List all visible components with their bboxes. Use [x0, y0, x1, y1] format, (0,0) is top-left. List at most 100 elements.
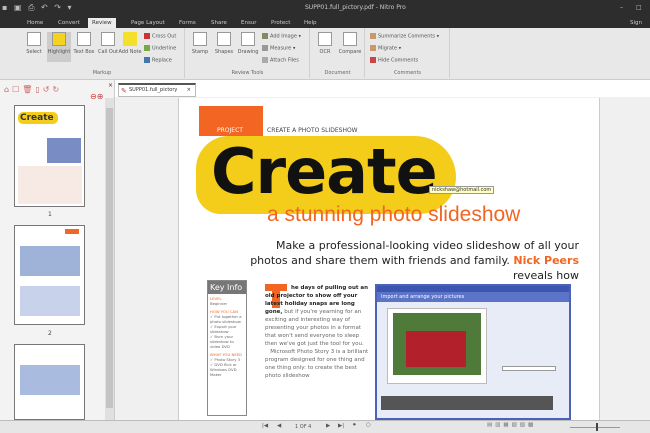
group-label: Markup [92, 70, 112, 76]
document-tab[interactable]: ✎ SUPP01.full_pictory × [118, 83, 196, 97]
hide-comments-button[interactable]: Hide Comments [370, 57, 418, 64]
stop-icon[interactable]: ○ [366, 422, 371, 428]
crossout-icon [144, 33, 150, 39]
maximize-icon[interactable]: □ [636, 4, 642, 11]
hide-comments-icon [370, 57, 376, 63]
replace-icon [144, 57, 150, 63]
underline-icon [144, 45, 150, 51]
review-tools-group: Stamp Shapes Drawing Add Image ▾ Measure… [186, 28, 310, 78]
ocr-button[interactable]: OCR [313, 32, 337, 55]
highlight-icon [52, 32, 66, 46]
ocr-icon [318, 32, 332, 46]
crossout-button[interactable]: Cross Out [144, 33, 176, 40]
first-page-button[interactable]: |◀ [262, 423, 268, 429]
quick-access-toolbar[interactable]: ▪ ▣ ⎙ ↶ ↷ ▾ [2, 3, 74, 13]
last-page-button[interactable]: ▶| [338, 423, 344, 429]
dialog-button [502, 366, 556, 371]
tab-page-layout[interactable]: Page Layout [131, 18, 165, 28]
shapes-button[interactable]: Shapes [212, 32, 236, 55]
window-title: SUPP01.full_pictory.pdf - Nitro Pro [305, 4, 406, 11]
tab-forms[interactable]: Forms [179, 18, 196, 28]
zoom-slider-handle[interactable] [596, 423, 598, 431]
textbox-button[interactable]: Text Box [72, 32, 96, 55]
pdf-icon: ✎ [121, 87, 127, 95]
group-label: Document [324, 70, 351, 76]
page-number: 1 [48, 211, 52, 218]
callout-button[interactable]: Call Out [96, 32, 120, 55]
tab-protect[interactable]: Protect [271, 18, 290, 28]
tab-ensur[interactable]: Ensur [241, 18, 257, 28]
callout-label: Call Out [98, 49, 118, 55]
page-tools[interactable]: ⌂☐🗑▯↺↻ [4, 85, 62, 94]
textbox-label: Text Box [73, 49, 95, 55]
migrate-button[interactable]: Migrate ▾ [370, 45, 401, 52]
pages-panel: ⌂☐🗑▯↺↻ ⊖⊕ × Create 1 2 [0, 80, 115, 420]
textbox-icon [77, 32, 91, 46]
page-thumbnail-3[interactable] [14, 344, 85, 420]
add-note-label: Add Note [118, 49, 142, 55]
tab-convert[interactable]: Convert [58, 18, 80, 28]
underline-button[interactable]: Underline [144, 45, 176, 52]
prev-page-button[interactable]: ◀ [277, 423, 281, 429]
tab-help[interactable]: Help [304, 18, 317, 28]
section-title: CREATE A PHOTO SLIDESHOW [267, 127, 358, 134]
migrate-icon [370, 45, 376, 51]
headline: Create [211, 135, 438, 208]
dialog-title: Import and arrange your pictures [377, 292, 569, 302]
comments-group: Summarize Comments ▾ Migrate ▾ Hide Comm… [366, 28, 450, 78]
page-indicator[interactable]: 1 OF 4 [295, 424, 311, 430]
document-group: OCR Compare Document [311, 28, 365, 78]
zoom-slider[interactable] [570, 427, 620, 428]
email-annotation[interactable]: nickshaw@hotmail.com [429, 186, 495, 194]
paperclip-icon [262, 57, 268, 63]
status-bar: |◀ ◀ 1 OF 4 ▶ ▶| ⏺ ○ ▤▥▦▧▨▩ [0, 420, 650, 433]
highlight-button[interactable]: Highlight [47, 32, 71, 62]
photo-preview [387, 308, 487, 384]
stamp-button[interactable]: Stamp [188, 32, 212, 55]
close-panel-icon[interactable]: × [108, 82, 113, 89]
measure-button[interactable]: Measure ▾ [262, 45, 295, 52]
attach-files-button[interactable]: Attach Files [262, 57, 299, 64]
tab-share[interactable]: Share [211, 18, 227, 28]
callout-icon [101, 32, 115, 46]
group-label: Review Tools [231, 70, 264, 76]
stamp-icon [193, 32, 207, 46]
play-icon[interactable]: ⏺ [353, 422, 356, 429]
minimize-icon[interactable]: – [620, 4, 623, 11]
page-number: 2 [48, 330, 52, 337]
body-text: he days of pulling out an old projector … [265, 285, 369, 379]
add-image-button[interactable]: Add Image ▾ [262, 33, 301, 40]
highlight-label: Highlight [47, 49, 71, 55]
zoom-buttons[interactable]: ⊖⊕ [90, 92, 103, 101]
pdf-page[interactable]: PROJECT CREATE A PHOTO SLIDESHOW Create … [178, 98, 600, 420]
title-bar: ▪ ▣ ⎙ ↶ ↷ ▾ SUPP01.full_pictory.pdf - Ni… [0, 0, 650, 17]
document-tab-label: SUPP01.full_pictory [129, 87, 178, 93]
drawing-button[interactable]: Drawing [236, 32, 260, 55]
thumbnail-headline: Create [18, 112, 58, 124]
add-note-button[interactable]: Add Note [118, 32, 142, 55]
note-icon [123, 32, 137, 46]
select-button[interactable]: Select [22, 32, 46, 55]
next-page-button[interactable]: ▶ [326, 423, 330, 429]
tab-home[interactable]: Home [27, 18, 43, 28]
filmstrip [381, 396, 553, 410]
ruler-icon [262, 45, 268, 51]
select-label: Select [26, 49, 42, 55]
view-mode-buttons[interactable]: ▤▥▦▧▨▩ [487, 422, 536, 428]
close-tab-icon[interactable]: × [187, 85, 191, 96]
compare-button[interactable]: Compare [338, 32, 362, 55]
group-label: Comments [393, 70, 422, 76]
sign-in-link[interactable]: Sign [630, 18, 642, 28]
page-thumbnail-2[interactable] [14, 225, 85, 325]
replace-button[interactable]: Replace [144, 57, 172, 64]
key-info-box: Key Info LEVEL Beginner HOW YOU CAN ✓ Put… [207, 280, 247, 416]
summarize-comments-button[interactable]: Summarize Comments ▾ [370, 33, 439, 40]
subhead: a stunning photo slideshow [267, 203, 521, 226]
cursor-icon [27, 32, 41, 46]
shapes-icon [217, 32, 231, 46]
summarize-icon [370, 33, 376, 39]
thumbnail-scrollbar[interactable] [105, 98, 114, 420]
tab-review[interactable]: Review [88, 18, 116, 28]
page-thumbnail-1[interactable]: Create [14, 105, 85, 207]
section-label: PROJECT [217, 127, 243, 134]
